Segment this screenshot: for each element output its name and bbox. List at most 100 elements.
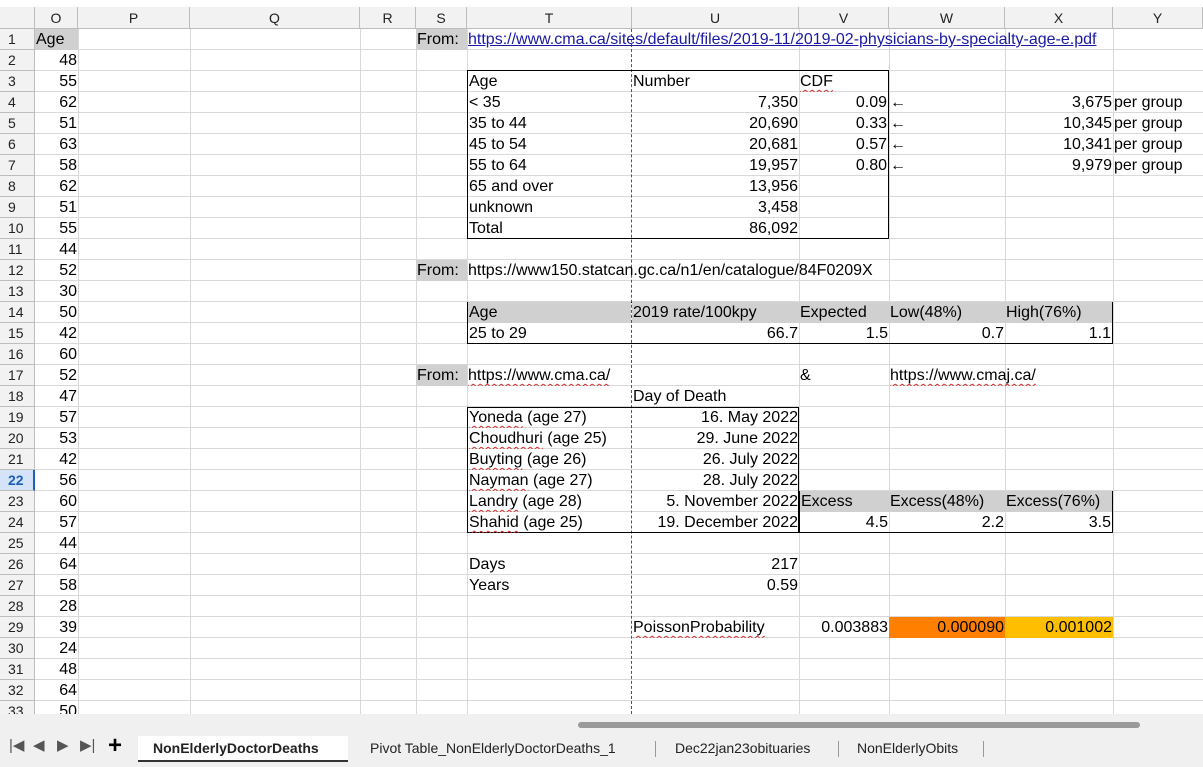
- row-header-13[interactable]: 13: [0, 281, 35, 302]
- poisson-value-low[interactable]: 0.000090: [889, 617, 1005, 638]
- age-value-cell[interactable]: 44: [35, 533, 78, 554]
- row-header-25[interactable]: 25: [0, 533, 35, 554]
- row-header-2[interactable]: 2: [0, 50, 35, 71]
- days-value[interactable]: 217: [632, 554, 799, 575]
- row-header-11[interactable]: 11: [0, 239, 35, 260]
- table1-header-cdf[interactable]: CDF: [799, 71, 888, 92]
- table1-per-group-value[interactable]: 3,675: [1005, 92, 1113, 113]
- age-value-cell[interactable]: 62: [35, 176, 78, 197]
- row-header-29[interactable]: 29: [0, 617, 35, 638]
- table2-header-low[interactable]: Low(48%): [889, 302, 1005, 323]
- death-date-cell[interactable]: 16. May 2022: [632, 407, 799, 428]
- table1-arrow-icon[interactable]: ←: [889, 155, 919, 176]
- table1-age-cell[interactable]: 45 to 54: [468, 134, 631, 155]
- row-header-31[interactable]: 31: [0, 659, 35, 680]
- years-label[interactable]: Years: [468, 575, 631, 596]
- age-value-cell[interactable]: 62: [35, 92, 78, 113]
- age-value-cell[interactable]: 48: [35, 50, 78, 71]
- ampersand-cell[interactable]: &: [799, 365, 889, 386]
- table2-high-value[interactable]: 1.1: [1005, 323, 1112, 344]
- table1-per-group-value[interactable]: 10,345: [1005, 113, 1113, 134]
- death-date-cell[interactable]: 19. December 2022: [632, 512, 799, 533]
- table2-expected-value[interactable]: 1.5: [799, 323, 889, 344]
- excess-48-header[interactable]: Excess(48%): [889, 491, 1005, 512]
- table1-cdf-cell[interactable]: 0.09: [799, 92, 888, 113]
- row-header-21[interactable]: 21: [0, 449, 35, 470]
- table1-number-cell[interactable]: 20,690: [632, 113, 799, 134]
- excess-48-value[interactable]: 2.2: [889, 512, 1005, 533]
- table1-arrow-icon[interactable]: ←: [889, 92, 919, 113]
- age-value-cell[interactable]: 55: [35, 218, 78, 239]
- table1-age-cell[interactable]: unknown: [468, 197, 631, 218]
- source-link-cma-pdf[interactable]: https://www.cma.ca/sites/default/files/2…: [467, 29, 1147, 50]
- poisson-label[interactable]: PoissonProbability: [632, 617, 799, 638]
- age-value-cell[interactable]: 42: [35, 449, 78, 470]
- age-value-cell[interactable]: 50: [35, 302, 78, 323]
- row-header-23[interactable]: 23: [0, 491, 35, 512]
- table1-age-cell[interactable]: 35 to 44: [468, 113, 631, 134]
- table1-cdf-cell[interactable]: 0.80: [799, 155, 888, 176]
- table1-arrow-icon[interactable]: ←: [889, 134, 919, 155]
- spreadsheet-grid[interactable]: O P Q R S T U V W X Y 1 2 3 4 5 6 7 8 9 10 11 12 13 1…: [0, 0, 1203, 714]
- age-value-cell[interactable]: 56: [35, 470, 78, 491]
- table2-header-expected[interactable]: Expected: [799, 302, 889, 323]
- table1-number-cell[interactable]: 7,350: [632, 92, 799, 113]
- age-value-cell[interactable]: 58: [35, 155, 78, 176]
- table1-per-group-value[interactable]: 9,979: [1005, 155, 1113, 176]
- table1-header-number[interactable]: Number: [632, 71, 799, 92]
- table1-age-cell[interactable]: 65 and over: [468, 176, 631, 197]
- table1-number-cell[interactable]: 19,957: [632, 155, 799, 176]
- age-value-cell[interactable]: 53: [35, 428, 78, 449]
- table1-per-group-label[interactable]: per group: [1113, 92, 1203, 113]
- column-header-t[interactable]: T: [467, 7, 632, 29]
- row-header-22[interactable]: 22: [0, 470, 35, 491]
- table1-number-cell[interactable]: 13,956: [632, 176, 799, 197]
- death-date-cell[interactable]: 29. June 2022: [632, 428, 799, 449]
- age-value-cell[interactable]: 50: [35, 701, 78, 714]
- source-link-cma[interactable]: https://www.cma.ca/: [467, 365, 667, 386]
- table1-per-group-label[interactable]: per group: [1113, 134, 1203, 155]
- excess-76-value[interactable]: 3.5: [1005, 512, 1112, 533]
- table1-cdf-cell[interactable]: 0.57: [799, 134, 888, 155]
- row-header-6[interactable]: 6: [0, 134, 35, 155]
- column-header-x[interactable]: X: [1005, 7, 1113, 29]
- row-header-32[interactable]: 32: [0, 680, 35, 701]
- row-header-19[interactable]: 19: [0, 407, 35, 428]
- age-value-cell[interactable]: 57: [35, 512, 78, 533]
- death-name-cell[interactable]: Landry (age 28): [468, 491, 631, 512]
- poisson-value-expected[interactable]: 0.003883: [799, 617, 889, 638]
- column-header-w[interactable]: W: [889, 7, 1005, 29]
- row-header-14[interactable]: 14: [0, 302, 35, 323]
- row-header-16[interactable]: 16: [0, 344, 35, 365]
- tab-nonelderlyobits[interactable]: NonElderlyObits: [857, 740, 958, 756]
- next-sheet-icon[interactable]: ▶: [57, 736, 69, 754]
- table2-header-rate[interactable]: 2019 rate/100kpy: [632, 302, 799, 323]
- row-header-24[interactable]: 24: [0, 512, 35, 533]
- first-sheet-icon[interactable]: |◀: [9, 736, 24, 754]
- age-column-header[interactable]: Age: [35, 29, 78, 50]
- age-value-cell[interactable]: 28: [35, 596, 78, 617]
- death-name-cell[interactable]: Choudhuri (age 25): [468, 428, 631, 449]
- age-value-cell[interactable]: 60: [35, 491, 78, 512]
- column-header-u[interactable]: U: [632, 7, 799, 29]
- last-sheet-icon[interactable]: ▶|: [80, 736, 95, 754]
- column-header-s[interactable]: S: [416, 7, 467, 29]
- table1-header-age[interactable]: Age: [468, 71, 631, 92]
- row-header-28[interactable]: 28: [0, 596, 35, 617]
- column-header-v[interactable]: V: [799, 7, 889, 29]
- tab-pivot-table[interactable]: Pivot Table_NonElderlyDoctorDeaths_1: [370, 740, 616, 756]
- death-date-cell[interactable]: 26. July 2022: [632, 449, 799, 470]
- column-header-p[interactable]: P: [78, 7, 190, 29]
- row-header-7[interactable]: 7: [0, 155, 35, 176]
- row-header-15[interactable]: 15: [0, 323, 35, 344]
- death-date-cell[interactable]: 5. November 2022: [632, 491, 799, 512]
- row-header-4[interactable]: 4: [0, 92, 35, 113]
- poisson-value-high[interactable]: 0.001002: [1005, 617, 1113, 638]
- age-value-cell[interactable]: 63: [35, 134, 78, 155]
- excess-value[interactable]: 4.5: [800, 512, 889, 533]
- table2-rate-value[interactable]: 66.7: [632, 323, 799, 344]
- table2-header-age[interactable]: Age: [468, 302, 631, 323]
- column-header-q[interactable]: Q: [190, 7, 360, 29]
- column-header-o[interactable]: O: [35, 7, 78, 29]
- table1-per-group-value[interactable]: 10,341: [1005, 134, 1113, 155]
